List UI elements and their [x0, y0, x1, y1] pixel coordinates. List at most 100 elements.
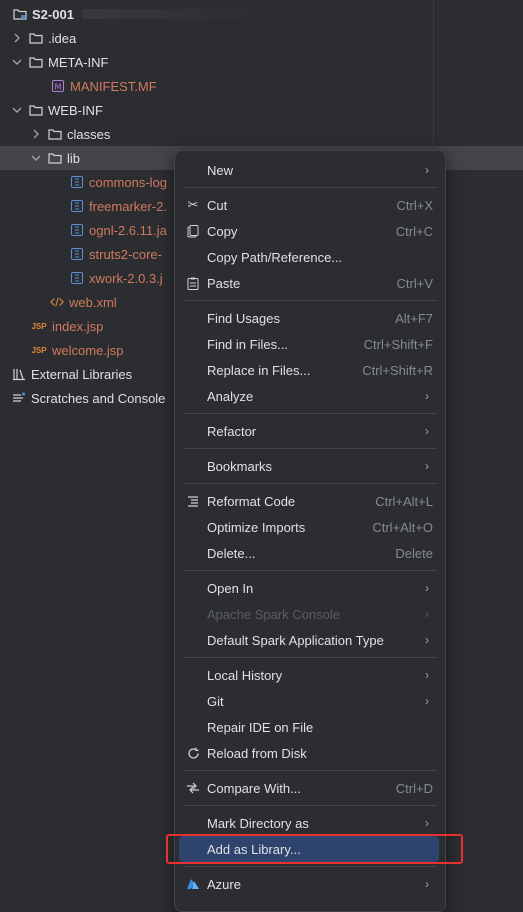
tree-item-manifest[interactable]: M MANIFEST.MF [0, 74, 523, 98]
reformat-icon [185, 493, 201, 509]
menu-item-git[interactable]: Git › [179, 688, 439, 714]
submenu-arrow-icon: › [425, 607, 429, 621]
jsp-file-icon: JSP [31, 345, 47, 355]
folder-icon [29, 55, 43, 69]
submenu-arrow-icon: › [425, 424, 429, 438]
menu-separator [183, 657, 437, 658]
scratches-icon [12, 391, 26, 405]
menu-separator [183, 187, 437, 188]
menu-item-label: Apache Spark Console [207, 606, 340, 622]
tree-item-label: xwork-2.0.3.j [89, 270, 163, 286]
menu-item-shortcut: Ctrl+Shift+R [362, 362, 433, 378]
menu-item-cut[interactable]: ✂ Cut Ctrl+X [179, 192, 439, 218]
menu-item-paste[interactable]: Paste Ctrl+V [179, 270, 439, 296]
menu-item-shortcut: Ctrl+D [395, 780, 433, 796]
tree-item-label: web.xml [69, 294, 117, 310]
tree-item-idea[interactable]: .idea [0, 26, 523, 50]
menu-item-shortcut: Ctrl+Shift+F [363, 336, 433, 352]
azure-icon [185, 876, 201, 892]
menu-item-label: Compare With... [207, 780, 301, 796]
menu-item-label: Delete... [207, 545, 256, 561]
menu-item-local-history[interactable]: Local History › [179, 662, 439, 688]
menu-item-label: Azure [207, 876, 241, 892]
menu-item-copy-path[interactable]: Copy Path/Reference... [179, 244, 439, 270]
tree-item-classes[interactable]: classes [0, 122, 523, 146]
tree-root[interactable]: S2-001 [0, 2, 523, 26]
chevron-down-icon[interactable] [11, 56, 23, 68]
menu-item-delete[interactable]: Delete... Delete [179, 540, 439, 566]
menu-item-bookmarks[interactable]: Bookmarks › [179, 453, 439, 479]
chevron-right-icon[interactable] [30, 128, 42, 140]
chevron-down-icon[interactable] [11, 104, 23, 116]
menu-item-reload-from-disk[interactable]: Reload from Disk [179, 740, 439, 766]
menu-item-label: Refactor [207, 423, 257, 439]
paste-icon [185, 275, 201, 291]
menu-item-azure[interactable]: Azure › [179, 871, 439, 897]
menu-item-reformat-code[interactable]: Reformat Code Ctrl+Alt+L [179, 488, 439, 514]
chevron-down-icon[interactable] [30, 152, 42, 164]
menu-separator [183, 805, 437, 806]
menu-item-label: Analyze [207, 388, 254, 404]
folder-icon [48, 127, 62, 141]
jsp-file-icon: JSP [31, 321, 47, 331]
menu-item-find-in-files[interactable]: Find in Files... Ctrl+Shift+F [179, 331, 439, 357]
jar-file-icon [70, 199, 84, 213]
reload-icon [185, 745, 201, 761]
menu-item-analyze[interactable]: Analyze › [179, 383, 439, 409]
menu-item-compare-with[interactable]: Compare With... Ctrl+D [179, 775, 439, 801]
menu-item-repair-ide[interactable]: Repair IDE on File [179, 714, 439, 740]
copy-icon [185, 223, 201, 239]
menu-item-find-usages[interactable]: Find Usages Alt+F7 [179, 305, 439, 331]
menu-item-new[interactable]: New › [179, 157, 439, 183]
menu-item-label: Repair IDE on File [207, 719, 314, 735]
library-icon [12, 367, 26, 381]
tree-item-label: ognl-2.6.11.ja [89, 222, 167, 238]
menu-item-refactor[interactable]: Refactor › [179, 418, 439, 444]
menu-item-label: Git [207, 693, 224, 709]
menu-item-label: Find Usages [207, 310, 280, 326]
submenu-arrow-icon: › [425, 581, 429, 595]
tree-item-label: index.jsp [52, 318, 104, 334]
jar-file-icon [70, 247, 84, 261]
submenu-arrow-icon: › [425, 877, 429, 891]
chevron-right-icon[interactable] [11, 32, 23, 44]
folder-icon [29, 31, 43, 45]
tree-item-label: classes [67, 126, 111, 142]
menu-item-open-in[interactable]: Open In › [179, 575, 439, 601]
tree-item-label: MANIFEST.MF [70, 78, 157, 94]
tree-item-label: .idea [48, 30, 77, 46]
tree-item-label: struts2-core- [89, 246, 162, 262]
menu-item-copy[interactable]: Copy Ctrl+C [179, 218, 439, 244]
menu-item-replace-in-files[interactable]: Replace in Files... Ctrl+Shift+R [179, 357, 439, 383]
submenu-arrow-icon: › [425, 163, 429, 177]
compare-icon [185, 780, 201, 796]
menu-item-default-spark-type[interactable]: Default Spark Application Type › [179, 627, 439, 653]
tree-item-label: External Libraries [31, 366, 133, 382]
menu-item-label: Copy Path/Reference... [207, 249, 343, 265]
submenu-arrow-icon: › [425, 668, 429, 682]
menu-item-shortcut: Ctrl+Alt+O [372, 519, 433, 535]
submenu-arrow-icon: › [425, 694, 429, 708]
submenu-arrow-icon: › [425, 633, 429, 647]
menu-item-label: Cut [207, 197, 228, 213]
tree-item-label: META-INF [48, 54, 109, 70]
menu-separator [183, 413, 437, 414]
menu-item-mark-directory-as[interactable]: Mark Directory as › [179, 810, 439, 836]
menu-item-optimize-imports[interactable]: Optimize Imports Ctrl+Alt+O [179, 514, 439, 540]
menu-separator [183, 300, 437, 301]
jar-file-icon [70, 223, 84, 237]
annotation-highlight-box [166, 834, 463, 864]
jar-file-icon [70, 271, 84, 285]
tree-item-meta-inf[interactable]: META-INF [0, 50, 523, 74]
menu-item-label: Reload from Disk [207, 745, 307, 761]
menu-item-shortcut: Alt+F7 [395, 310, 433, 326]
menu-item-label: Optimize Imports [207, 519, 306, 535]
tree-item-label: commons-log [89, 174, 168, 190]
scissors-icon: ✂ [187, 197, 199, 212]
tree-item-web-inf[interactable]: WEB-INF [0, 98, 523, 122]
tree-root-label: S2-001 [32, 6, 74, 22]
menu-item-label: Find in Files... [207, 336, 288, 352]
menu-item-label: Replace in Files... [207, 362, 311, 378]
svg-text:M: M [55, 83, 62, 92]
tree-item-label: Scratches and Console [31, 390, 166, 406]
